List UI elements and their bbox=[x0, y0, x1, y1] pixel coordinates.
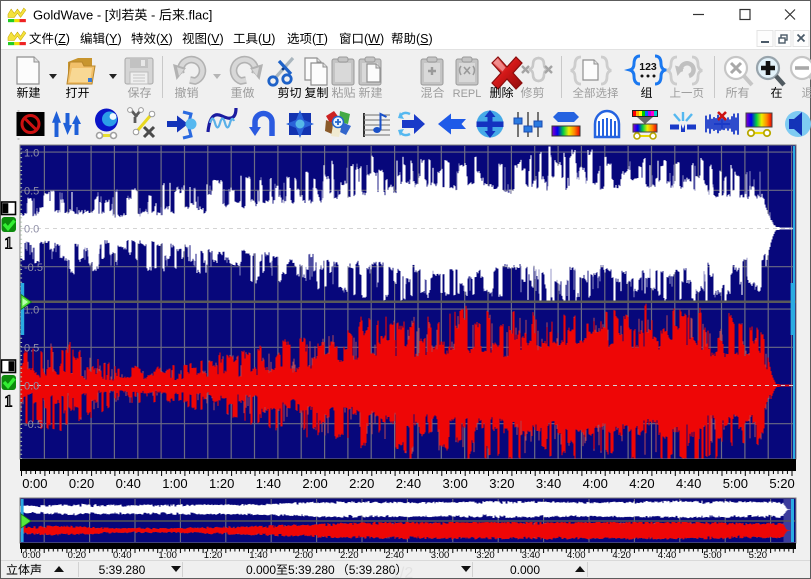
svg-text:3:20: 3:20 bbox=[489, 476, 514, 491]
svg-text:2:20: 2:20 bbox=[340, 550, 359, 561]
svg-text:1:00: 1:00 bbox=[162, 476, 187, 491]
svg-text:0:20: 0:20 bbox=[68, 550, 87, 561]
svg-text:2:00: 2:00 bbox=[295, 550, 314, 561]
svg-text:(W): (W) bbox=[364, 32, 384, 46]
svg-text:1:20: 1:20 bbox=[204, 550, 223, 561]
svg-text:GoldWave - [: GoldWave - [ bbox=[33, 8, 109, 23]
svg-text:(U): (U) bbox=[258, 32, 275, 46]
svg-text:-: - bbox=[147, 8, 159, 23]
svg-text:0.5: 0.5 bbox=[24, 343, 39, 355]
svg-text:3:00: 3:00 bbox=[443, 476, 468, 491]
svg-text:5:39.280: 5:39.280 bbox=[99, 563, 146, 577]
svg-text:0:00: 0:00 bbox=[22, 476, 47, 491]
svg-text:0:40: 0:40 bbox=[113, 550, 132, 561]
svg-text:-0.5: -0.5 bbox=[24, 262, 43, 274]
svg-text:(Y): (Y) bbox=[105, 32, 122, 46]
svg-text:1:00: 1:00 bbox=[158, 550, 177, 561]
svg-text:0.5: 0.5 bbox=[24, 186, 39, 198]
svg-text:4:20: 4:20 bbox=[629, 476, 654, 491]
svg-text:3:40: 3:40 bbox=[522, 550, 541, 561]
svg-text:2:40: 2:40 bbox=[385, 550, 404, 561]
svg-text:1:20: 1:20 bbox=[209, 476, 234, 491]
svg-text:2:40: 2:40 bbox=[396, 476, 421, 491]
svg-text:(T): (T) bbox=[312, 32, 328, 46]
svg-text:123: 123 bbox=[639, 61, 657, 73]
svg-text:0.0: 0.0 bbox=[24, 381, 39, 393]
svg-text:2:00: 2:00 bbox=[302, 476, 327, 491]
svg-text:-0.5: -0.5 bbox=[24, 419, 43, 431]
svg-text:2:20: 2:20 bbox=[349, 476, 374, 491]
svg-text:4:00: 4:00 bbox=[583, 476, 608, 491]
svg-text:4:20: 4:20 bbox=[612, 550, 631, 561]
svg-text:5:20: 5:20 bbox=[769, 476, 794, 491]
svg-text:REPL: REPL bbox=[453, 88, 482, 100]
svg-text:0.000: 0.000 bbox=[246, 563, 276, 577]
svg-text:3:40: 3:40 bbox=[536, 476, 561, 491]
svg-text:(Z): (Z) bbox=[54, 32, 70, 46]
svg-text:1.0: 1.0 bbox=[24, 147, 39, 159]
svg-text:4:40: 4:40 bbox=[676, 476, 701, 491]
svg-text:(S): (S) bbox=[416, 32, 433, 46]
svg-text:0:40: 0:40 bbox=[116, 476, 141, 491]
svg-text:4:40: 4:40 bbox=[658, 550, 677, 561]
svg-text:1/2: 1/2 bbox=[391, 565, 413, 579]
svg-text:5:00: 5:00 bbox=[703, 550, 722, 561]
svg-text:5:39.280: 5:39.280 bbox=[288, 563, 335, 577]
svg-text:(X): (X) bbox=[156, 32, 173, 46]
svg-text:4:00: 4:00 bbox=[567, 550, 586, 561]
svg-text:1:40: 1:40 bbox=[249, 550, 268, 561]
svg-text:5:39.280: 5:39.280 bbox=[349, 563, 396, 577]
svg-text:3:00: 3:00 bbox=[431, 550, 450, 561]
svg-text:0:00: 0:00 bbox=[22, 550, 41, 561]
svg-text:(V): (V) bbox=[207, 32, 224, 46]
svg-text:0.000: 0.000 bbox=[510, 563, 540, 577]
svg-text:0:20: 0:20 bbox=[69, 476, 94, 491]
svg-text:5:00: 5:00 bbox=[723, 476, 748, 491]
svg-text:5:20: 5:20 bbox=[749, 550, 768, 561]
svg-text:1:40: 1:40 bbox=[256, 476, 281, 491]
svg-text:0.0: 0.0 bbox=[24, 224, 39, 236]
svg-text:.flac]: .flac] bbox=[185, 8, 212, 23]
svg-text:3:20: 3:20 bbox=[476, 550, 495, 561]
